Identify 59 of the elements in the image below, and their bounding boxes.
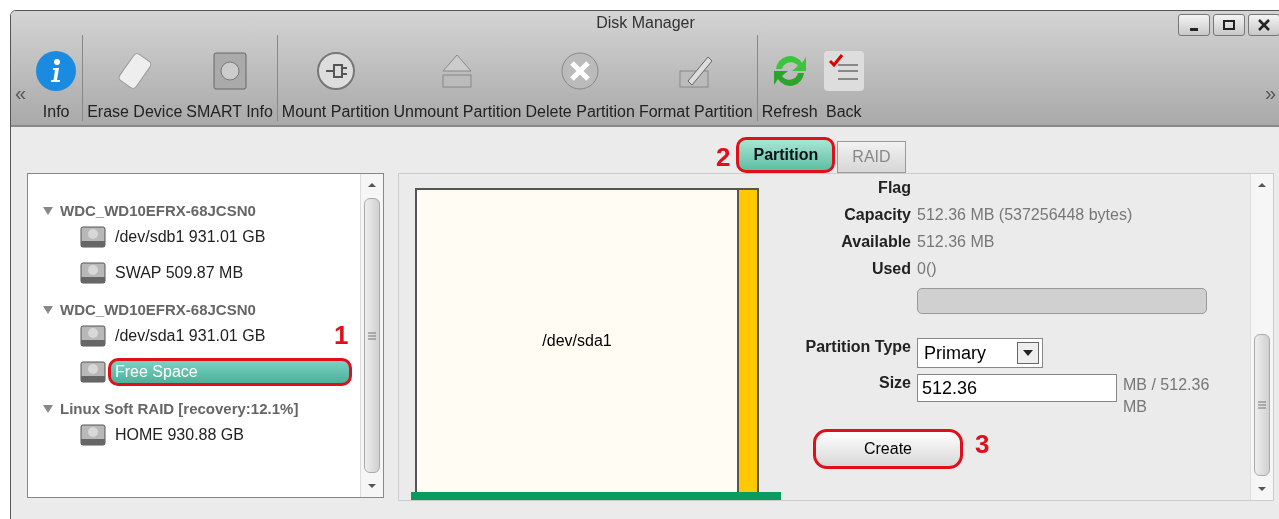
- scroll-thumb[interactable]: [364, 198, 380, 473]
- maximize-button[interactable]: [1213, 14, 1245, 36]
- tree-item[interactable]: /dev/sda1 931.01 GB: [42, 318, 273, 354]
- scroll-left-button[interactable]: «: [15, 51, 27, 105]
- toolbar-button[interactable]: Format Partition: [636, 49, 755, 121]
- tree-group-label[interactable]: WDC_WD10EFRX-68JCSN0: [60, 301, 256, 318]
- detail-value: 0(): [917, 259, 937, 278]
- expanded-arrow-icon[interactable]: [42, 403, 54, 414]
- window-title: Disk Manager: [596, 14, 695, 32]
- scroll-thumb[interactable]: [1254, 334, 1270, 476]
- maximize-icon: [1223, 20, 1235, 30]
- tree-item[interactable]: SWAP 509.87 MB: [42, 255, 251, 291]
- toolbar-button[interactable]: Refresh: [759, 49, 820, 121]
- tree-item[interactable]: /dev/sdb1 931.01 GB: [42, 219, 273, 255]
- size-unit: MB / 512.36 MB: [1123, 375, 1211, 418]
- size-input[interactable]: 512.36: [917, 374, 1117, 402]
- expanded-arrow-icon[interactable]: [42, 304, 54, 315]
- minimize-button[interactable]: [1178, 14, 1210, 36]
- detail-label: Capacity: [843, 205, 911, 224]
- close-icon: [1258, 19, 1270, 31]
- scroll-down-icon[interactable]: [367, 481, 377, 491]
- scrollbar[interactable]: [1250, 174, 1273, 500]
- scroll-up-icon[interactable]: [1257, 180, 1267, 190]
- tree-item[interactable]: HOME 930.88 GB: [42, 417, 251, 453]
- partition-label: /dev/sda1: [542, 332, 612, 351]
- toolbar-button[interactable]: Erase Device: [85, 49, 185, 121]
- info-icon: [34, 49, 79, 93]
- detail-value: 512.36 MB: [917, 232, 995, 251]
- toolbar-button[interactable]: Delete Partition: [523, 49, 637, 121]
- toolbar-button[interactable]: Mount Partition: [279, 49, 392, 121]
- tab[interactable]: Partition: [736, 137, 836, 173]
- scroll-right-button[interactable]: »: [1264, 51, 1276, 105]
- tree-group-label[interactable]: WDC_WD10EFRX-68JCSN0: [60, 202, 256, 219]
- scroll-up-icon[interactable]: [367, 180, 377, 190]
- scroll-down-icon[interactable]: [1257, 484, 1267, 494]
- callout-number: 1: [334, 320, 349, 351]
- toolbar-button[interactable]: Info: [32, 49, 81, 121]
- detail-value: 512.36 MB (537256448 bytes): [917, 205, 1133, 224]
- scrollbar[interactable]: [360, 174, 383, 497]
- close-button[interactable]: [1248, 14, 1279, 36]
- toolbar-button[interactable]: Back: [819, 49, 868, 121]
- detail-label: Used: [870, 259, 911, 278]
- tree-group-label[interactable]: Linux Soft RAID [recovery:12.1%]: [60, 400, 299, 417]
- toolbar-button[interactable]: SMART Info: [184, 49, 275, 121]
- create-button[interactable]: Create: [813, 428, 963, 469]
- partition-type-dropdown[interactable]: Primary: [917, 338, 1043, 368]
- minimize-icon: [1190, 27, 1198, 31]
- checklist-icon: [821, 49, 866, 93]
- detail-label: Flag: [877, 178, 911, 197]
- callout-number: 3: [975, 428, 990, 460]
- grip-icon: [368, 331, 376, 340]
- field-label: Partition Type: [804, 338, 911, 356]
- detail-label: Available: [840, 232, 911, 251]
- grip-icon: [1258, 401, 1266, 409]
- callout-number: 2: [716, 142, 731, 173]
- field-label: Size: [878, 374, 911, 392]
- expanded-arrow-icon[interactable]: [42, 205, 54, 216]
- dropdown-arrow-icon: [1023, 350, 1033, 356]
- toolbar-button[interactable]: Unmount Partition: [391, 49, 524, 121]
